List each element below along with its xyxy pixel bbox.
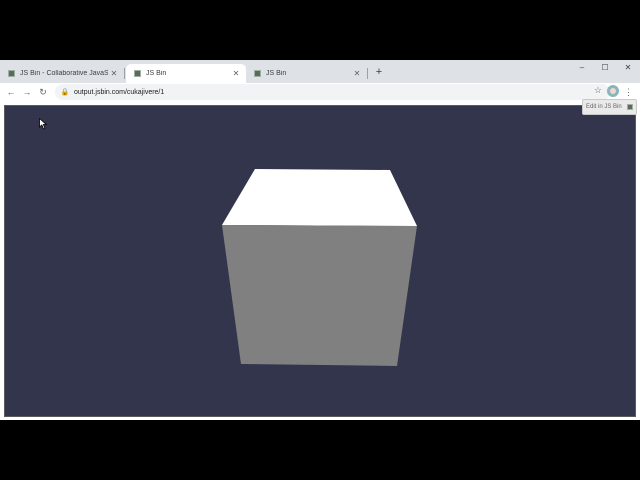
jsbin-logo-icon — [627, 104, 633, 110]
tab-title: JS Bin — [266, 70, 287, 77]
window-close-button[interactable]: ✕ — [616, 61, 640, 75]
cube-top-face — [222, 169, 417, 226]
jsbin-favicon-icon — [8, 70, 15, 77]
jsbin-favicon-icon — [254, 70, 261, 77]
bookmark-star-icon[interactable]: ☆ — [594, 85, 602, 96]
tab-title: JS Bin — [146, 70, 167, 77]
tab-jsbin-active[interactable]: JS Bin ✕ — [126, 64, 246, 83]
tab-close-icon[interactable]: ✕ — [351, 69, 363, 78]
tab-title: JS Bin - Collaborative JavaScript Debugg… — [20, 70, 108, 77]
tab-close-icon[interactable]: ✕ — [230, 69, 242, 78]
tab-strip: JS Bin - Collaborative JavaScript Debugg… — [0, 60, 640, 83]
maximize-button[interactable]: ☐ — [593, 61, 617, 75]
tab-jsbin-collaborative[interactable]: JS Bin - Collaborative JavaScript Debugg… — [0, 64, 124, 83]
back-arrow-icon[interactable]: ← — [4, 85, 18, 99]
tab-separator — [367, 68, 368, 79]
kebab-menu-icon[interactable]: ⋮ — [624, 85, 633, 99]
cube-front-face — [222, 225, 417, 366]
reload-icon[interactable]: ↻ — [36, 85, 50, 99]
page-viewport[interactable] — [4, 105, 636, 417]
tab-close-icon[interactable]: ✕ — [108, 69, 120, 78]
browser-window: JS Bin - Collaborative JavaScript Debugg… — [0, 60, 640, 420]
mouse-pointer-icon — [39, 118, 47, 130]
tab-separator — [124, 68, 125, 79]
edit-in-jsbin-button[interactable]: Edit in JS Bin — [582, 99, 637, 115]
edit-in-jsbin-label: Edit in JS Bin — [586, 104, 622, 110]
forward-arrow-icon[interactable]: → — [20, 85, 34, 99]
tab-jsbin[interactable]: JS Bin ✕ — [246, 64, 367, 83]
address-url[interactable]: output.jsbin.com/cukajivere/1 — [74, 89, 164, 96]
browser-toolbar: ← → ↻ 🔒 output.jsbin.com/cukajivere/1 ☆ … — [0, 83, 640, 101]
address-bar[interactable]: 🔒 output.jsbin.com/cukajivere/1 ☆ — [55, 84, 610, 100]
jsbin-favicon-icon — [134, 70, 141, 77]
lock-icon: 🔒 — [60, 89, 70, 96]
minimize-button[interactable]: – — [570, 61, 594, 75]
new-tab-button[interactable]: + — [372, 65, 386, 79]
profile-avatar[interactable] — [607, 85, 619, 97]
cube-scene — [222, 169, 417, 366]
